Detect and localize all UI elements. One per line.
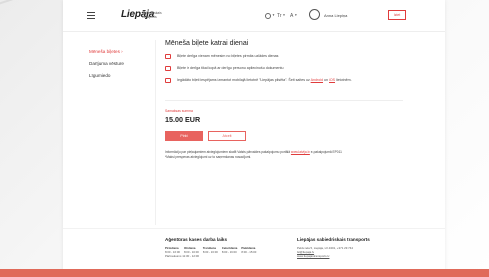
footer: Aģentūras kases darba laiks Pirmdiena 8:0… — [63, 228, 445, 269]
note-text: Informāciju par pieļaujamiem atvieglojum… — [165, 150, 291, 154]
chevron-down-icon: ▼ — [272, 13, 275, 17]
hours-column: Piektdiena 8:00 - 15:00 — [241, 246, 256, 254]
sidebar-item-transaction-history[interactable]: Darījuma vēsture — [89, 58, 149, 70]
chevron-down-icon: ▼ — [294, 13, 298, 17]
logo-subtitle: Sabiedriskais transports — [142, 11, 162, 19]
info-text: Iegādāto biļeti iespējams izmantot mobil… — [177, 78, 310, 82]
pay-button[interactable]: Pirkt — [165, 131, 203, 141]
info-row-mobile-app: Iegādāto biļeti iespējams izmantot mobil… — [165, 78, 415, 90]
hours-table: Pirmdiena 8:00 - 16:00 Otrdiena 8:00 - 16:… — [165, 246, 277, 254]
sidebar: Mēneša biļetes › Darījuma vēsture Līgumi… — [89, 46, 149, 82]
hours-column: Pirmdiena 8:00 - 16:00 — [165, 246, 180, 254]
contact-title: Liepājas sabiedriskais transports — [297, 237, 370, 242]
hamburger-menu-icon[interactable] — [87, 12, 95, 19]
sidebar-item-monthly-tickets[interactable]: Mēneša biļetes › — [89, 46, 149, 58]
latvija-link[interactable]: www.latvija.lv — [291, 150, 310, 154]
user-name[interactable]: Anna Liepiņa — [324, 13, 347, 18]
cancel-button[interactable]: Atcelt — [208, 131, 246, 141]
user-avatar-icon[interactable] — [309, 9, 320, 20]
discount-note: Informāciju par pieļaujamiem atvieglojum… — [165, 150, 405, 160]
website-link[interactable]: www.liepajastransports.lv — [297, 254, 409, 258]
time-label: 8:00 - 15:00 — [241, 250, 257, 254]
ios-link[interactable]: iOS — [329, 78, 335, 82]
font-size-label: Tr — [277, 12, 282, 19]
contrast-label: A — [290, 12, 294, 19]
note-text: *Maksi presperas atvieglojumi uz to saņe… — [165, 155, 252, 159]
font-size-switch[interactable]: Tr▼ — [277, 12, 286, 20]
page-title: Mēneša biļete katrai dienai — [165, 40, 249, 47]
phone-icon — [165, 78, 171, 83]
time-label: 8:00 - 16:00 — [221, 250, 237, 254]
office-hours-title: Aģentūras kases darba laiks — [165, 237, 228, 242]
top-header: Liepāja Sabiedriskais transports ▼ Tr▼ A… — [63, 0, 445, 32]
android-link[interactable]: Android — [311, 78, 323, 82]
info-text: lietotnēm. — [336, 78, 352, 82]
sidebar-divider — [155, 40, 156, 225]
contact-info: Liepājas sabiedriskais transports Peldu … — [297, 237, 409, 258]
bottom-accent-bar — [0, 269, 489, 277]
chevron-down-icon: ▼ — [282, 13, 286, 17]
note-text: e-pakalpojumā EP011 — [310, 150, 342, 154]
sidebar-item-contracts[interactable]: Līgumiedo — [89, 70, 149, 82]
logout-button[interactable]: Iziet — [388, 10, 406, 20]
lunch-break: Pārtraukums 11:30 - 12:00 — [165, 254, 200, 258]
language-switch[interactable]: ▼ — [265, 12, 275, 20]
section-divider — [165, 100, 403, 101]
page-card: Liepāja Sabiedriskais transports ▼ Tr▼ A… — [63, 0, 445, 277]
info-row-validity: Biļete derīga vienam mēnesim no biļetes … — [165, 54, 415, 66]
main-content: Mēneša biļete katrai dienai Biļete derīg… — [165, 40, 415, 160]
contrast-switch[interactable]: A▼ — [290, 12, 297, 20]
card-icon — [165, 66, 171, 71]
info-row-document: Biļete ir derīga tikai kopā ar derīgu pe… — [165, 66, 415, 78]
hours-column: Ceturtdiena 8:00 - 16:00 — [222, 246, 238, 254]
time-label: 8:00 - 16:00 — [202, 250, 218, 254]
calendar-icon — [165, 54, 171, 59]
hours-column: Otrdiena 8:00 - 16:00 — [184, 246, 199, 254]
info-text: Biļete ir derīga tikai kopā ar derīgu pe… — [177, 66, 284, 70]
info-text: Biļete derīga vienam mēnesim no biļetes … — [177, 54, 279, 58]
info-text: un — [324, 78, 329, 82]
price-value: 15.00 EUR — [165, 115, 201, 124]
price-label: Samaksas summa — [165, 109, 193, 113]
hours-column: Trešdiena 8:00 - 16:00 — [203, 246, 218, 254]
office-hours: Aģentūras kases darba laiks Pirmdiena 8:0… — [165, 237, 277, 258]
globe-icon — [265, 12, 271, 19]
action-buttons: Pirkt Atcelt — [165, 131, 415, 142]
